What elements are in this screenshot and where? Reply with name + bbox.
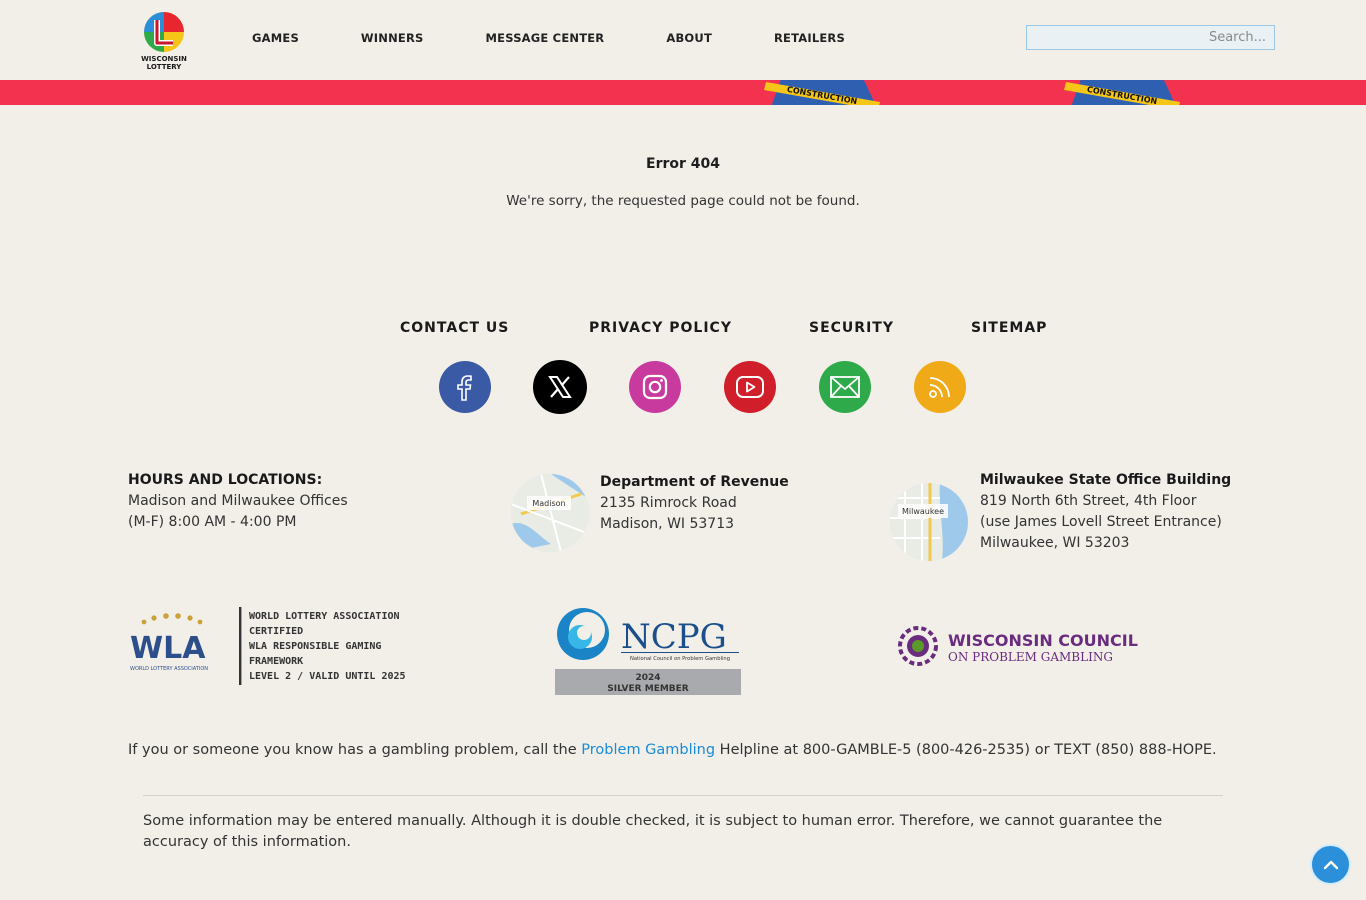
wisconsin-council-logo[interactable]: WISCONSIN COUNCIL ON PROBLEM GAMBLING — [892, 620, 1152, 674]
svg-text:WLA: WLA — [130, 631, 206, 666]
contact-us-link[interactable]: CONTACT US — [400, 320, 509, 336]
hours-title: HOURS AND LOCATIONS: — [128, 472, 323, 488]
ncpg-logo-icon: NCPG National Council on Problem Gamblin… — [555, 608, 741, 695]
youtube-icon — [736, 376, 764, 398]
x-icon — [548, 376, 572, 398]
rss-icon — [929, 377, 950, 398]
map-icon: Milwaukee — [890, 483, 968, 561]
chevron-up-icon — [1323, 860, 1338, 869]
wla-logo-icon: WLA WORLD LOTTERY ASSOCIATION WORLD LOTT… — [130, 607, 406, 685]
hours-times: (M-F) 8:00 AM - 4:00 PM — [128, 514, 297, 530]
wla-certified-logo[interactable]: WLA WORLD LOTTERY ASSOCIATION WORLD LOTT… — [128, 604, 438, 688]
svg-text:WISCONSIN: WISCONSIN — [141, 55, 187, 63]
youtube-button[interactable] — [724, 361, 776, 413]
nav-message-center[interactable]: MESSAGE CENTER — [486, 31, 605, 45]
sitemap-link[interactable]: SITEMAP — [971, 320, 1047, 336]
svg-text:ON PROBLEM GAMBLING: ON PROBLEM GAMBLING — [948, 650, 1113, 664]
hero-banner: CONSTRUCTION CONSTRUCTION — [0, 80, 1366, 105]
svg-text:2024: 2024 — [635, 673, 660, 683]
gambling-help-before: If you or someone you know has a gamblin… — [128, 742, 582, 758]
x-button[interactable] — [533, 360, 587, 414]
search-input[interactable] — [1026, 25, 1275, 50]
facebook-button[interactable] — [439, 361, 491, 413]
instagram-button[interactable] — [629, 361, 681, 413]
main-nav: GAMES WINNERS MESSAGE CENTER ABOUT RETAI… — [252, 31, 845, 45]
instagram-icon — [642, 374, 668, 400]
svg-text:Madison: Madison — [532, 499, 565, 508]
map-icon: Madison — [511, 474, 589, 552]
disclaimer-text: Some information may be entered manually… — [143, 813, 1163, 850]
milwaukee-title: Milwaukee State Office Building — [980, 472, 1232, 488]
svg-text:LOTTERY: LOTTERY — [147, 63, 183, 71]
footer-divider — [143, 795, 1223, 796]
hours-offices: Madison and Milwaukee Offices — [128, 493, 348, 509]
svg-text:National Council on Problem Ga: National Council on Problem Gambling — [630, 656, 730, 662]
milwaukee-address-1: 819 North 6th Street, 4th Floor — [980, 493, 1197, 509]
back-to-top-button[interactable] — [1310, 844, 1351, 885]
construction-cone-icon: CONSTRUCTION — [764, 80, 880, 105]
gambling-help-text: If you or someone you know has a gamblin… — [128, 742, 1217, 758]
ncpg-member-logo[interactable]: NCPG National Council on Problem Gamblin… — [553, 606, 743, 696]
nav-retailers[interactable]: RETAILERS — [774, 31, 845, 45]
wcpg-logo-icon: WISCONSIN COUNCIL ON PROBLEM GAMBLING — [898, 626, 1138, 666]
construction-cone-icon: CONSTRUCTION — [1064, 80, 1180, 105]
wisconsin-lottery-logo[interactable]: WISCONSIN LOTTERY — [140, 10, 188, 72]
svg-text:LEVEL 2 / VALID UNTIL 2025: LEVEL 2 / VALID UNTIL 2025 — [249, 671, 406, 682]
svg-text:WORLD LOTTERY ASSOCIATION: WORLD LOTTERY ASSOCIATION — [130, 666, 208, 672]
svg-text:WORLD LOTTERY ASSOCIATION: WORLD LOTTERY ASSOCIATION — [249, 611, 400, 622]
error-title: Error 404 — [646, 156, 720, 172]
milwaukee-map[interactable]: Milwaukee — [890, 483, 968, 561]
milwaukee-address-3: Milwaukee, WI 53203 — [980, 535, 1130, 551]
gambling-help-after: Helpline at 800-GAMBLE-5 (800-426-2535) … — [715, 742, 1217, 758]
madison-title: Department of Revenue — [600, 474, 789, 490]
security-link[interactable]: SECURITY — [809, 320, 894, 336]
madison-map[interactable]: Madison — [511, 474, 589, 552]
svg-text:WLA RESPONSIBLE GAMING: WLA RESPONSIBLE GAMING — [249, 641, 381, 652]
nav-games[interactable]: GAMES — [252, 31, 299, 45]
facebook-icon — [457, 375, 472, 401]
privacy-policy-link[interactable]: PRIVACY POLICY — [589, 320, 732, 336]
error-message: We're sorry, the requested page could no… — [506, 193, 860, 209]
site-header: WISCONSIN LOTTERY GAMES WINNERS MESSAGE … — [0, 0, 1366, 80]
svg-text:Milwaukee: Milwaukee — [902, 507, 944, 516]
madison-address-1: 2135 Rimrock Road — [600, 495, 737, 511]
svg-text:NCPG: NCPG — [621, 617, 727, 657]
svg-text:WISCONSIN COUNCIL: WISCONSIN COUNCIL — [948, 631, 1138, 650]
email-button[interactable] — [819, 361, 871, 413]
svg-text:FRAMEWORK: FRAMEWORK — [249, 656, 303, 667]
svg-text:CERTIFIED: CERTIFIED — [249, 626, 303, 637]
nav-about[interactable]: ABOUT — [666, 31, 712, 45]
milwaukee-address-2: (use James Lovell Street Entrance) — [980, 514, 1222, 530]
svg-text:SILVER MEMBER: SILVER MEMBER — [607, 684, 689, 694]
rss-button[interactable] — [914, 361, 966, 413]
madison-address-2: Madison, WI 53713 — [600, 516, 735, 532]
email-icon — [830, 376, 860, 398]
lottery-logo-icon: WISCONSIN LOTTERY — [141, 12, 187, 71]
nav-winners[interactable]: WINNERS — [361, 31, 424, 45]
problem-gambling-link[interactable]: Problem Gambling — [581, 742, 715, 758]
